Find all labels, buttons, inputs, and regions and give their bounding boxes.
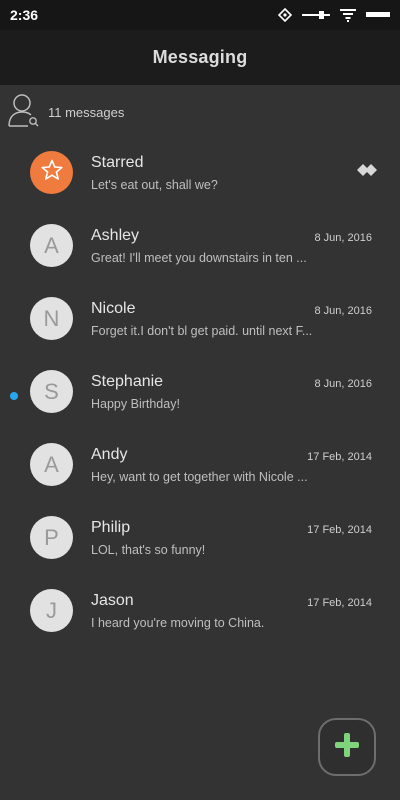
star-icon bbox=[40, 158, 64, 188]
message-date: 8 Jun, 2016 bbox=[314, 232, 373, 244]
message-date: 17 Feb, 2014 bbox=[307, 451, 372, 463]
conversation-list: Starred Let's eat out, shall we? A Ashley Gr… bbox=[0, 140, 400, 651]
contact-filter-row[interactable]: 11 messages bbox=[0, 85, 400, 140]
starred-avatar[interactable] bbox=[30, 151, 73, 194]
message-count: 11 messages bbox=[48, 105, 125, 120]
message-preview: Great! I'll meet you downstairs in ten .… bbox=[91, 251, 307, 265]
message-preview: LOL, that's so funny! bbox=[91, 543, 206, 557]
avatar[interactable]: P bbox=[30, 516, 73, 559]
message-preview: Hey, want to get together with Nicole ..… bbox=[91, 470, 308, 484]
status-icons bbox=[278, 8, 390, 22]
message-date: 17 Feb, 2014 bbox=[307, 597, 372, 609]
page-title: Messaging bbox=[152, 47, 248, 67]
avatar-initial: N bbox=[43, 305, 60, 331]
diamond-pair-icon bbox=[356, 162, 378, 183]
wifi-icon bbox=[340, 8, 356, 22]
message-date: 17 Feb, 2014 bbox=[307, 524, 372, 536]
avatar[interactable]: A bbox=[30, 224, 73, 267]
avatar[interactable]: S bbox=[30, 370, 73, 413]
signal-slider-icon bbox=[302, 9, 330, 21]
message-preview: Forget it.I don't bl get paid. until nex… bbox=[91, 324, 313, 338]
message-date: 8 Jun, 2016 bbox=[314, 378, 373, 390]
avatar-initial: A bbox=[44, 451, 59, 477]
app-header: Messaging bbox=[0, 30, 400, 85]
message-preview: I heard you're moving to China. bbox=[91, 616, 265, 630]
status-bar: 2:36 bbox=[0, 0, 400, 30]
avatar-initial: S bbox=[44, 378, 59, 404]
avatar-initial: J bbox=[46, 597, 57, 623]
avatar[interactable]: J bbox=[30, 589, 73, 632]
plus-icon bbox=[333, 731, 361, 764]
conversation-row[interactable]: P Philip LOL, that's so funny! 17 Feb, 2014 bbox=[0, 505, 400, 578]
avatar-initial: A bbox=[44, 232, 59, 258]
message-date: 8 Jun, 2016 bbox=[314, 305, 373, 317]
conversation-row[interactable]: J Jason I heard you're moving to China. 17 … bbox=[0, 578, 400, 651]
unread-indicator bbox=[10, 391, 18, 400]
data-saver-icon bbox=[278, 8, 292, 22]
contact-name: Starred bbox=[91, 154, 144, 171]
status-time: 2:36 bbox=[10, 7, 39, 23]
conversation-text: Starred Let's eat out, shall we? bbox=[91, 154, 372, 192]
conversation-row[interactable]: A Ashley Great! I'll meet you downstairs i… bbox=[0, 213, 400, 286]
conversation-row[interactable]: Starred Let's eat out, shall we? bbox=[0, 140, 400, 213]
conversation-row[interactable]: N Nicole Forget it.I don't bl get paid. un… bbox=[0, 286, 400, 359]
avatar[interactable]: A bbox=[30, 443, 73, 486]
contact-search-icon[interactable] bbox=[8, 92, 48, 133]
conversation-row[interactable]: S Stephanie Happy Birthday! 8 Jun, 2016 bbox=[0, 359, 400, 432]
avatar-initial: P bbox=[44, 524, 59, 550]
message-preview: Let's eat out, shall we? bbox=[91, 178, 218, 192]
new-message-button[interactable] bbox=[318, 718, 376, 776]
battery-icon bbox=[366, 10, 390, 20]
message-preview: Happy Birthday! bbox=[91, 397, 180, 411]
avatar[interactable]: N bbox=[30, 297, 73, 340]
conversation-row[interactable]: A Andy Hey, want to get together with Nico… bbox=[0, 432, 400, 505]
